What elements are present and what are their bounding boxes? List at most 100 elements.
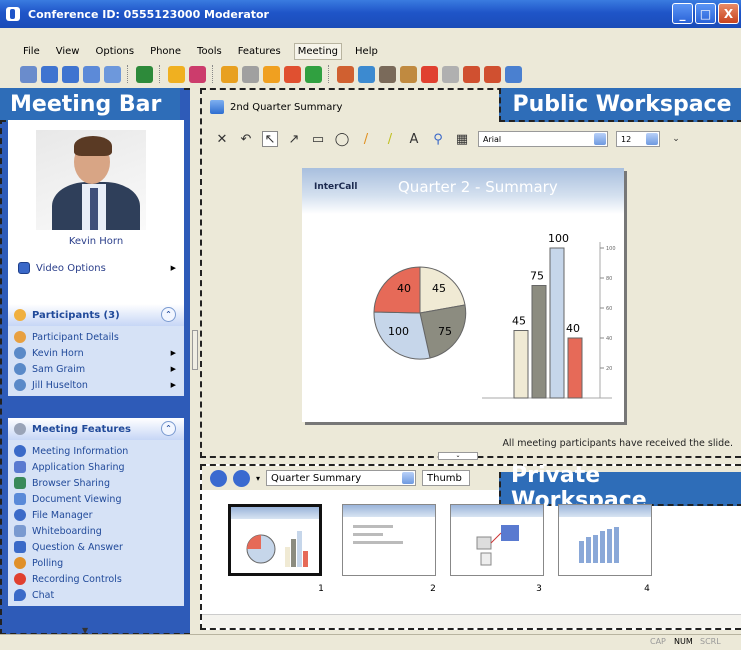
thumbnail[interactable] — [558, 504, 652, 576]
meeting-features-header[interactable]: Meeting Features ⌃ — [8, 418, 184, 440]
meeting-bar-label: Meeting Bar — [0, 88, 180, 122]
ellipse-icon[interactable]: ◯ — [334, 131, 350, 147]
edit-icon-2[interactable] — [484, 65, 501, 83]
undo-icon[interactable]: ↶ — [238, 131, 254, 147]
image-icon[interactable] — [505, 65, 522, 83]
chevron-right-icon: ▶ — [170, 381, 176, 389]
rectangle-icon[interactable]: ▭ — [310, 131, 326, 147]
public-workspace: Public Workspace 2nd Quarter Summary ✕ ↶… — [200, 88, 741, 460]
menu-options[interactable]: Options — [92, 44, 137, 59]
video-options-menu[interactable]: Video Options — [18, 262, 106, 274]
phone-icon[interactable] — [400, 65, 417, 83]
chevron-down-icon — [646, 133, 658, 145]
delete-icon[interactable]: ✕ — [214, 131, 230, 147]
menu-view[interactable]: View — [53, 44, 83, 59]
pen-icon[interactable]: / — [358, 131, 374, 147]
bar-value-label: 100 — [548, 232, 569, 245]
zoom-icon[interactable]: ⚲ — [430, 131, 446, 147]
num-indicator: NUM — [674, 637, 693, 646]
menu-features[interactable]: Features — [235, 44, 284, 59]
folder-icon[interactable] — [168, 65, 185, 83]
hand-icon[interactable] — [379, 65, 396, 83]
fill-icon[interactable]: ▦ — [454, 131, 470, 147]
view-select[interactable]: Quarter Summary — [266, 470, 417, 486]
arrow-icon[interactable]: ↗ — [286, 131, 302, 147]
feature-whiteboarding[interactable]: Whiteboarding — [8, 523, 184, 539]
menu-phone[interactable]: Phone — [147, 44, 184, 59]
font-name-value: Arial — [483, 134, 502, 144]
document-tab[interactable]: 2nd Quarter Summary — [210, 96, 342, 118]
menu-tools[interactable]: Tools — [194, 44, 225, 59]
feature-file-manager[interactable]: File Manager — [8, 507, 184, 523]
minimize-button[interactable]: _ — [672, 3, 693, 24]
phone-user-icon — [14, 363, 26, 375]
menu-bar: File View Options Phone Tools Features M… — [0, 40, 741, 62]
participant-kevin-horn[interactable]: Kevin Horn ▶ — [8, 345, 184, 361]
mode-select[interactable]: Thumb — [422, 470, 471, 486]
window-icon-2[interactable] — [62, 65, 79, 83]
participant-sam-graim[interactable]: Sam Graim ▶ — [8, 361, 184, 377]
meeting-features-panel: Meeting Features ⌃ Meeting Information A… — [8, 418, 184, 606]
video-icon — [18, 262, 30, 274]
text-icon[interactable]: A — [406, 131, 422, 147]
unlock-icon[interactable] — [263, 65, 280, 83]
thumbnail[interactable] — [228, 504, 322, 576]
window-icon-4[interactable] — [104, 65, 121, 83]
stop-icon[interactable] — [284, 65, 301, 83]
font-size-select[interactable]: 12 — [616, 131, 660, 147]
feature-question-answer[interactable]: Question & Answer — [8, 539, 184, 555]
maximize-button[interactable]: □ — [695, 3, 716, 24]
feature-meeting-information[interactable]: Meeting Information — [8, 443, 184, 459]
thumbnail-number: 4 — [644, 584, 650, 594]
edit-icon[interactable] — [463, 65, 480, 83]
feature-label: Chat — [32, 589, 55, 601]
close-button[interactable]: X — [718, 3, 739, 24]
collapse-icon[interactable]: ⌃ — [161, 307, 176, 322]
forward-icon[interactable] — [233, 469, 250, 487]
menu-help[interactable]: Help — [352, 44, 381, 59]
caps-indicator: CAP — [650, 637, 666, 646]
layout-icon[interactable] — [20, 65, 37, 83]
menu-file[interactable]: File — [20, 44, 43, 59]
splitter-handle[interactable] — [192, 330, 198, 370]
horizontal-scrollbar[interactable] — [202, 614, 741, 628]
drawing-toolbar: ✕ ↶ ↖ ↗ ▭ ◯ / / A ⚲ ▦ Arial 12 ⌄ — [210, 126, 735, 152]
pointer-icon[interactable]: ↖ — [262, 131, 278, 147]
chevron-down-icon[interactable]: ▾ — [256, 474, 260, 483]
mute-icon[interactable] — [337, 65, 354, 83]
window-icon[interactable] — [41, 65, 58, 83]
feature-recording-controls[interactable]: Recording Controls — [8, 571, 184, 587]
users-icon[interactable] — [242, 65, 259, 83]
more-tools-icon[interactable]: ⌄ — [668, 131, 684, 147]
collapse-icon[interactable]: ⌃ — [161, 421, 176, 436]
participant-name: Sam Graim — [32, 363, 86, 375]
view-select-value: Quarter Summary — [271, 472, 362, 484]
resize-handle[interactable]: ⌄ — [438, 452, 478, 460]
thumbnail-strip: 1 2 3 4 — [202, 494, 741, 604]
participant-jill-huselton[interactable]: Jill Huselton ▶ — [8, 377, 184, 393]
thumbnail[interactable] — [450, 504, 544, 576]
pie-label: 75 — [438, 325, 452, 338]
menu-meeting[interactable]: Meeting — [293, 42, 343, 60]
highlighter-icon[interactable]: / — [382, 131, 398, 147]
window-icon-3[interactable] — [83, 65, 100, 83]
feature-chat[interactable]: Chat — [8, 587, 184, 603]
mic-icon[interactable] — [358, 65, 375, 83]
feature-polling[interactable]: Polling — [8, 555, 184, 571]
feature-application-sharing[interactable]: Application Sharing — [8, 459, 184, 475]
meeting-features-title: Meeting Features — [32, 423, 132, 435]
thumbnail[interactable] — [342, 504, 436, 576]
back-icon[interactable] — [210, 469, 227, 487]
participants-header[interactable]: Participants (3) ⌃ — [8, 304, 184, 326]
record-icon[interactable] — [421, 65, 438, 83]
participant-details[interactable]: Participant Details — [8, 329, 184, 345]
participants-title: Participants (3) — [32, 309, 120, 321]
pause-icon[interactable] — [442, 65, 459, 83]
go-icon[interactable] — [305, 65, 322, 83]
lock-icon[interactable] — [221, 65, 238, 83]
font-name-select[interactable]: Arial — [478, 131, 608, 147]
share-icon[interactable] — [136, 65, 153, 83]
feature-browser-sharing[interactable]: Browser Sharing — [8, 475, 184, 491]
feature-document-viewing[interactable]: Document Viewing — [8, 491, 184, 507]
flag-icon[interactable] — [189, 65, 206, 83]
